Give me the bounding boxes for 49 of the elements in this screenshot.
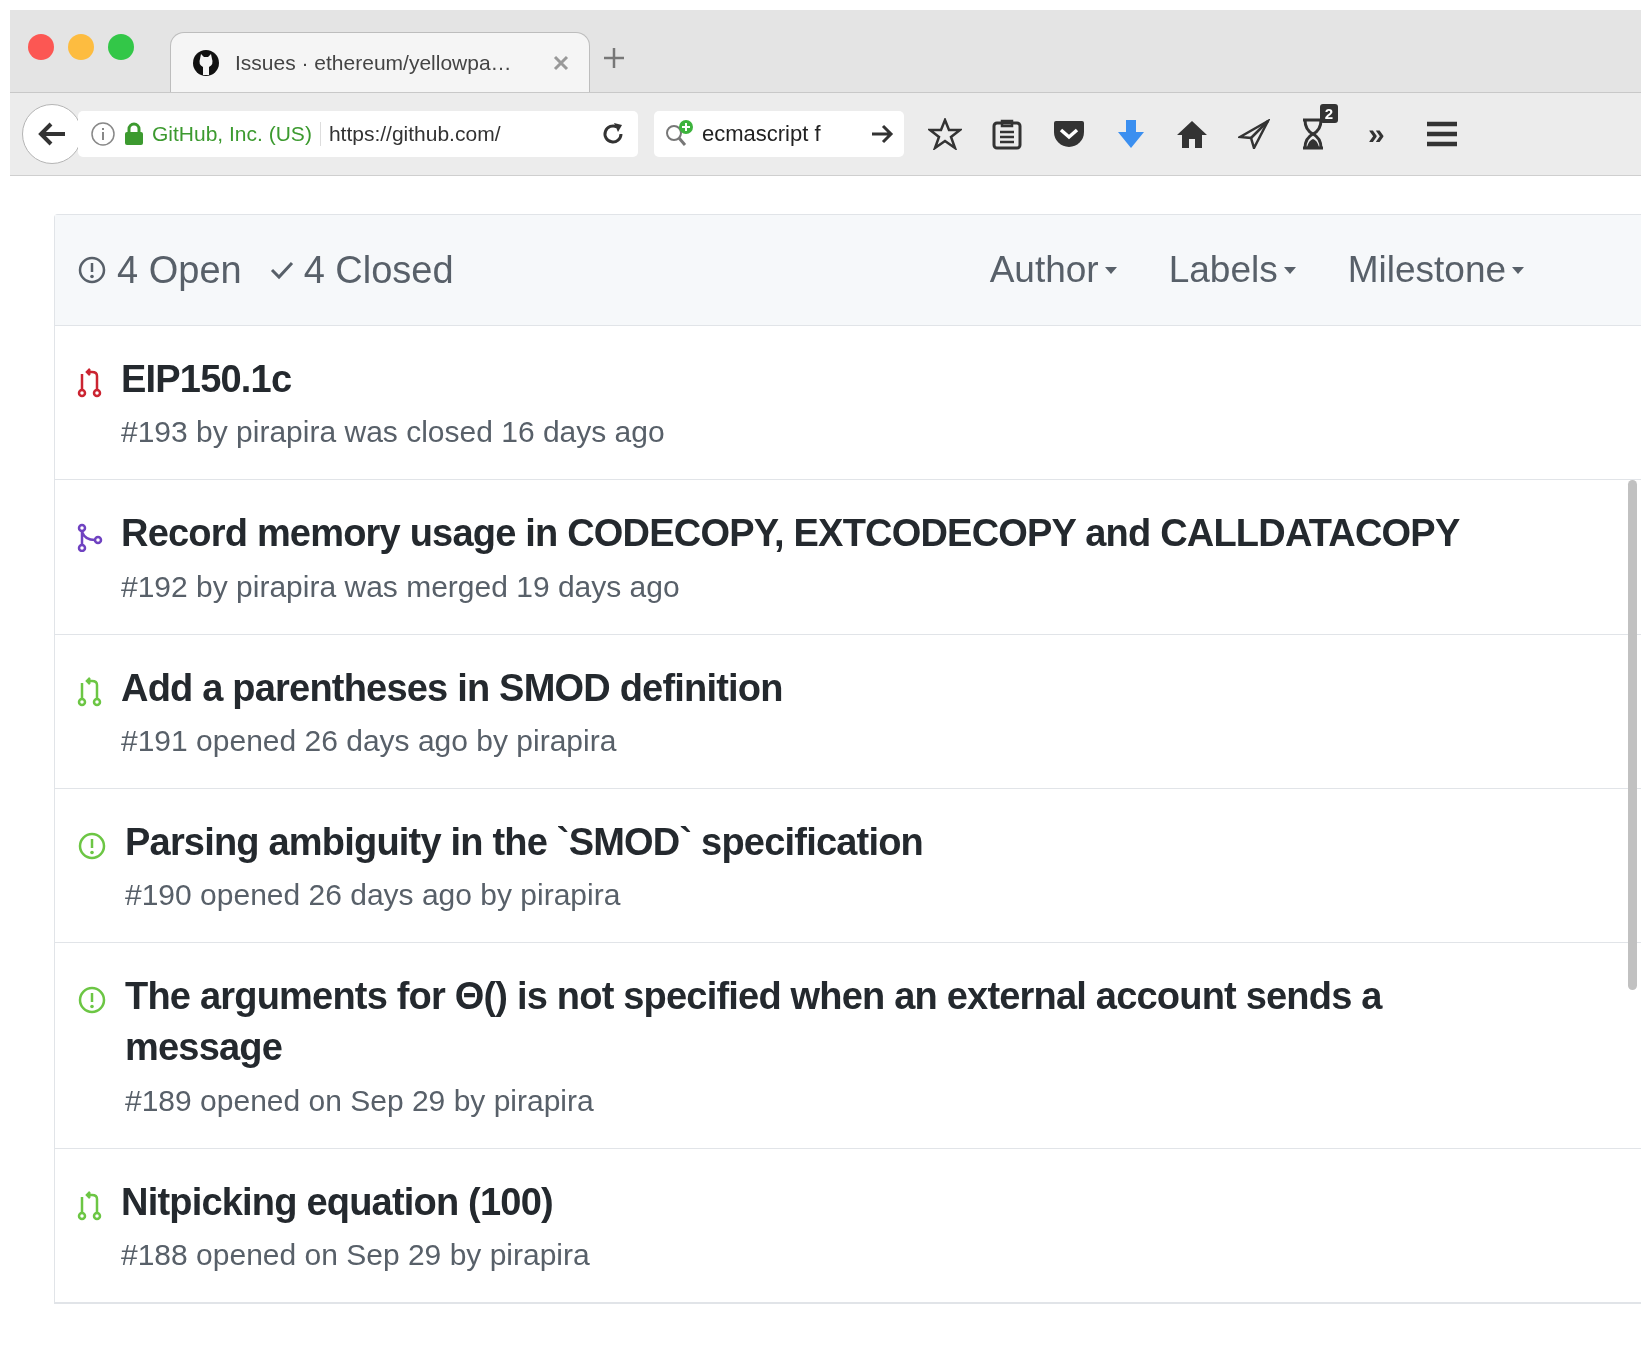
issue-meta: #189 opened on Sep 29 by pirapira — [125, 1083, 595, 1118]
new-tab-icon[interactable] — [602, 46, 626, 70]
lock-icon — [124, 122, 144, 146]
go-arrow-icon[interactable] — [870, 123, 894, 145]
browser-tab[interactable]: Issues · ethereum/yellowpa… — [170, 32, 590, 92]
overflow-menu-button[interactable]: » — [1368, 117, 1385, 151]
issue-meta: #190 opened 26 days ago by pirapira — [125, 878, 622, 913]
issue-meta: #193 by pirapira was closed 16 days ago — [121, 415, 666, 450]
hourglass-icon — [1300, 118, 1326, 150]
address-bar[interactable]: GitHub, Inc. (US) https://github.com/ — [78, 111, 638, 157]
filter-dropdown[interactable]: Labels — [1168, 249, 1296, 291]
issue-icon — [77, 830, 107, 861]
search-field[interactable]: ecmascript f — [654, 111, 904, 157]
pull-request-icon — [77, 368, 103, 398]
issue-title-link[interactable]: EIP150.1c — [121, 354, 1541, 406]
issue-meta: #191 opened 26 days ago by pirapira — [121, 723, 618, 758]
merge-icon — [77, 522, 103, 553]
issue-icon — [77, 255, 107, 285]
octocat-icon — [191, 47, 221, 78]
issue-title-link[interactable]: Record memory usage in CODECOPY, EXTCODECOPY and CALLDATACOPY — [121, 508, 1541, 560]
paper-plane-icon[interactable] — [1238, 119, 1270, 149]
close-icon[interactable] — [553, 54, 569, 71]
filter-dropdown[interactable]: Milestone — [1347, 249, 1525, 291]
star-icon[interactable] — [928, 118, 962, 150]
scrollbar[interactable] — [1628, 480, 1637, 990]
closed-filter-link[interactable]: 4 Closed — [269, 248, 454, 292]
filter-dropdown[interactable]: Author — [989, 249, 1117, 291]
pocket-icon[interactable] — [1052, 119, 1086, 149]
issue-title-link[interactable]: Add a parentheses in SMOD definition — [121, 662, 1541, 714]
count-badge: 2 — [1319, 104, 1338, 123]
home-icon[interactable] — [1176, 119, 1208, 149]
issue-meta: #192 by pirapira was merged 19 days ago — [121, 569, 681, 604]
issue-title-link[interactable]: The arguments for Θ() is not specified when an external account sends a message — [125, 971, 1545, 1074]
hourglass-button[interactable]: 2 — [1300, 104, 1338, 150]
info-icon[interactable] — [90, 121, 116, 147]
back-arrow-icon — [37, 120, 67, 148]
issue-title-link[interactable]: Parsing ambiguity in the `SMOD` specification — [125, 816, 1545, 869]
pull-request-icon — [77, 1190, 103, 1221]
menu-icon[interactable] — [1424, 120, 1459, 148]
download-icon[interactable] — [1116, 118, 1146, 150]
clipboard-icon[interactable] — [992, 118, 1022, 150]
issue-meta: #188 opened on Sep 29 by pirapira — [121, 1238, 591, 1273]
issue-title-link[interactable]: Nitpicking equation (100) — [121, 1176, 1541, 1229]
check-icon — [269, 260, 294, 280]
pull-request-icon — [77, 676, 103, 707]
open-filter-link[interactable]: 4 Open — [77, 248, 242, 292]
close-window-button[interactable] — [28, 34, 54, 60]
search-icon — [664, 119, 696, 149]
issue-icon — [77, 985, 107, 1016]
